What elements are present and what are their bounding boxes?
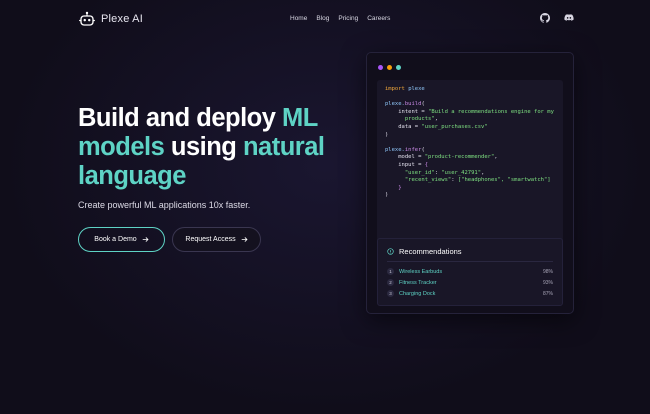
code-token: intent — [398, 108, 419, 115]
discord-icon[interactable] — [564, 13, 574, 23]
code-token: input — [398, 161, 415, 168]
product-name: Charging Dock — [399, 290, 436, 297]
divider — [387, 261, 553, 262]
arrow-right-icon — [241, 237, 248, 242]
brand-name: Plexe AI — [101, 13, 143, 25]
hero-title: Build and deploy ML models using natural… — [78, 104, 358, 191]
hero-title-highlight: natural — [242, 133, 325, 161]
code-token: model — [398, 154, 415, 161]
code-token: "Build a recommendations engine for my — [428, 108, 554, 115]
list-item[interactable]: 1 Wireless Earbuds 98% — [387, 266, 553, 277]
window-dots — [378, 65, 401, 70]
top-nav: Plexe AI Home Blog Pricing Careers — [0, 0, 650, 38]
code-token: ["headphones", "smartwatch"] — [457, 177, 551, 184]
recommendations-header: Recommendations — [387, 247, 462, 256]
code-token: build — [404, 101, 422, 108]
rank-badge: 2 — [387, 279, 394, 286]
robot-logo-icon — [79, 11, 95, 26]
info-circle-icon — [387, 248, 394, 255]
nav-link-blog[interactable]: Blog — [316, 15, 329, 22]
request-access-label: Request Access — [185, 236, 236, 243]
rank-badge: 1 — [387, 268, 394, 275]
match-score: 93% — [542, 279, 553, 286]
code-token: products" — [404, 116, 435, 123]
code-token: import — [385, 86, 405, 92]
code-token: plexe. — [385, 146, 405, 153]
code-token: "product-recommender" — [424, 154, 495, 161]
social-icons — [540, 13, 574, 23]
list-item[interactable]: 3 Charging Dock 87% — [387, 288, 553, 299]
recommendations-title: Recommendations — [399, 247, 462, 256]
book-demo-button[interactable]: Book a Demo — [78, 227, 165, 252]
code-token: infer — [404, 146, 422, 153]
match-score: 87% — [542, 290, 553, 297]
nav-link-careers[interactable]: Careers — [367, 15, 390, 22]
window-dot-purple — [378, 65, 383, 70]
book-demo-label: Book a Demo — [94, 236, 137, 243]
brand-logo[interactable]: Plexe AI — [78, 10, 143, 28]
window-dot-teal — [396, 65, 401, 70]
code-token: plexe. — [385, 101, 405, 108]
hero-title-part: using — [164, 133, 243, 161]
recommendations-list: 1 Wireless Earbuds 98% 2 Fitness Tracker… — [387, 266, 553, 299]
request-access-button[interactable]: Request Access — [172, 227, 261, 252]
code-token: "user_id" — [404, 169, 435, 176]
rank-badge: 3 — [387, 290, 394, 297]
code-demo-card: import plexe plexe.build( intent = "Buil… — [366, 52, 574, 314]
match-score: 98% — [542, 268, 553, 275]
recommendations-panel: Recommendations 1 Wireless Earbuds 98% 2… — [377, 238, 563, 306]
code-token: "user_purchases.csv" — [421, 123, 488, 130]
hero-title-part: Build and deploy — [78, 104, 283, 132]
code-token: "user_42791" — [441, 169, 482, 176]
nav-link-pricing[interactable]: Pricing — [338, 15, 358, 22]
hero-subtitle: Create powerful ML applications 10x fast… — [78, 200, 251, 210]
list-item[interactable]: 2 Fitness Tracker 93% — [387, 277, 553, 288]
product-name: Wireless Earbuds — [399, 268, 443, 275]
code-token: "recent_views" — [404, 177, 452, 184]
hero-title-highlight: language — [78, 162, 186, 190]
code-token: data — [398, 123, 412, 130]
product-name: Fitness Tracker — [399, 279, 437, 286]
github-icon[interactable] — [540, 13, 550, 23]
nav-link-home[interactable]: Home — [290, 15, 307, 22]
window-dot-orange — [387, 65, 392, 70]
arrow-right-icon — [142, 237, 149, 242]
nav-links: Home Blog Pricing Careers — [290, 15, 390, 22]
code-token: plexe — [408, 86, 425, 92]
